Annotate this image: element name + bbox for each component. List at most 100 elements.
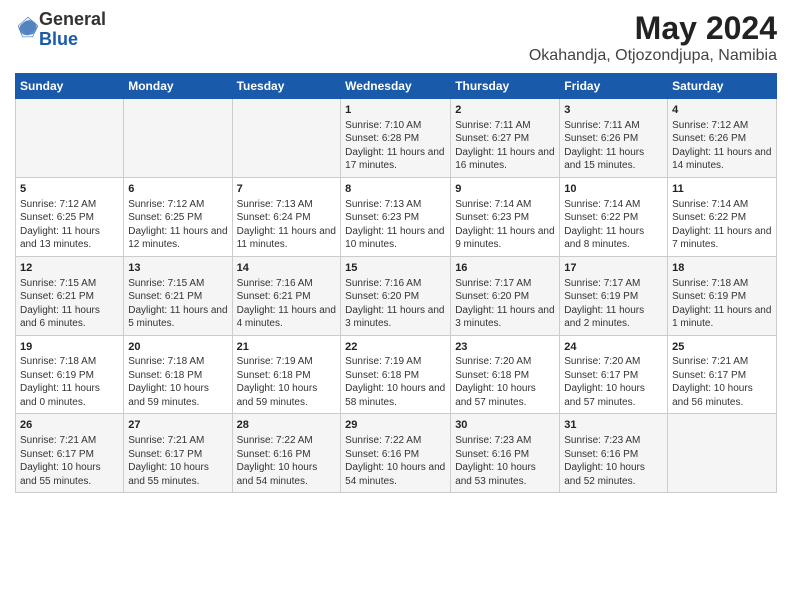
calendar-cell: 3Sunrise: 7:11 AM Sunset: 6:26 PM Daylig…	[560, 99, 668, 178]
calendar-cell: 29Sunrise: 7:22 AM Sunset: 6:16 PM Dayli…	[341, 414, 451, 493]
calendar-cell: 20Sunrise: 7:18 AM Sunset: 6:18 PM Dayli…	[124, 335, 232, 414]
col-thursday: Thursday	[451, 74, 560, 99]
calendar-cell	[16, 99, 124, 178]
title-block: May 2024 Okahandja, Otjozondjupa, Namibi…	[529, 10, 777, 65]
day-info: Sunrise: 7:14 AM Sunset: 6:22 PM Dayligh…	[672, 198, 772, 252]
calendar-row-3: 19Sunrise: 7:18 AM Sunset: 6:19 PM Dayli…	[16, 335, 777, 414]
calendar-cell: 4Sunrise: 7:12 AM Sunset: 6:26 PM Daylig…	[668, 99, 777, 178]
day-info: Sunrise: 7:21 AM Sunset: 6:17 PM Dayligh…	[20, 434, 119, 488]
day-info: Sunrise: 7:19 AM Sunset: 6:18 PM Dayligh…	[237, 355, 337, 409]
calendar-cell: 28Sunrise: 7:22 AM Sunset: 6:16 PM Dayli…	[232, 414, 341, 493]
day-info: Sunrise: 7:17 AM Sunset: 6:20 PM Dayligh…	[455, 277, 555, 331]
calendar-cell: 7Sunrise: 7:13 AM Sunset: 6:24 PM Daylig…	[232, 177, 341, 256]
col-wednesday: Wednesday	[341, 74, 451, 99]
day-number: 7	[237, 182, 337, 197]
day-number: 9	[455, 182, 555, 197]
col-sunday: Sunday	[16, 74, 124, 99]
calendar-cell: 5Sunrise: 7:12 AM Sunset: 6:25 PM Daylig…	[16, 177, 124, 256]
day-info: Sunrise: 7:17 AM Sunset: 6:19 PM Dayligh…	[564, 277, 663, 331]
day-info: Sunrise: 7:18 AM Sunset: 6:19 PM Dayligh…	[672, 277, 772, 331]
day-info: Sunrise: 7:21 AM Sunset: 6:17 PM Dayligh…	[128, 434, 227, 488]
day-number: 6	[128, 182, 227, 197]
calendar-cell: 24Sunrise: 7:20 AM Sunset: 6:17 PM Dayli…	[560, 335, 668, 414]
day-info: Sunrise: 7:11 AM Sunset: 6:27 PM Dayligh…	[455, 119, 555, 173]
calendar-cell: 12Sunrise: 7:15 AM Sunset: 6:21 PM Dayli…	[16, 256, 124, 335]
logo-general-text: General	[39, 9, 106, 29]
day-number: 17	[564, 261, 663, 276]
header-row: Sunday Monday Tuesday Wednesday Thursday…	[16, 74, 777, 99]
day-info: Sunrise: 7:16 AM Sunset: 6:21 PM Dayligh…	[237, 277, 337, 331]
day-number: 28	[237, 418, 337, 433]
day-info: Sunrise: 7:18 AM Sunset: 6:18 PM Dayligh…	[128, 355, 227, 409]
day-number: 2	[455, 103, 555, 118]
main-title: May 2024	[529, 10, 777, 47]
subtitle: Okahandja, Otjozondjupa, Namibia	[529, 47, 777, 65]
day-info: Sunrise: 7:14 AM Sunset: 6:23 PM Dayligh…	[455, 198, 555, 252]
logo-blue-text: Blue	[39, 29, 78, 49]
calendar-cell: 13Sunrise: 7:15 AM Sunset: 6:21 PM Dayli…	[124, 256, 232, 335]
day-info: Sunrise: 7:11 AM Sunset: 6:26 PM Dayligh…	[564, 119, 663, 173]
calendar-cell: 26Sunrise: 7:21 AM Sunset: 6:17 PM Dayli…	[16, 414, 124, 493]
col-friday: Friday	[560, 74, 668, 99]
day-number: 12	[20, 261, 119, 276]
day-info: Sunrise: 7:12 AM Sunset: 6:25 PM Dayligh…	[20, 198, 119, 252]
day-number: 3	[564, 103, 663, 118]
calendar-cell: 6Sunrise: 7:12 AM Sunset: 6:25 PM Daylig…	[124, 177, 232, 256]
day-info: Sunrise: 7:15 AM Sunset: 6:21 PM Dayligh…	[128, 277, 227, 331]
day-number: 13	[128, 261, 227, 276]
day-number: 16	[455, 261, 555, 276]
day-number: 14	[237, 261, 337, 276]
day-info: Sunrise: 7:12 AM Sunset: 6:25 PM Dayligh…	[128, 198, 227, 252]
day-info: Sunrise: 7:23 AM Sunset: 6:16 PM Dayligh…	[564, 434, 663, 488]
day-info: Sunrise: 7:12 AM Sunset: 6:26 PM Dayligh…	[672, 119, 772, 173]
calendar-cell: 10Sunrise: 7:14 AM Sunset: 6:22 PM Dayli…	[560, 177, 668, 256]
calendar-cell	[232, 99, 341, 178]
day-info: Sunrise: 7:23 AM Sunset: 6:16 PM Dayligh…	[455, 434, 555, 488]
day-number: 27	[128, 418, 227, 433]
day-info: Sunrise: 7:14 AM Sunset: 6:22 PM Dayligh…	[564, 198, 663, 252]
calendar-row-2: 12Sunrise: 7:15 AM Sunset: 6:21 PM Dayli…	[16, 256, 777, 335]
day-number: 29	[345, 418, 446, 433]
header: General Blue May 2024 Okahandja, Otjozon…	[15, 10, 777, 65]
logo: General Blue	[15, 10, 106, 50]
day-number: 18	[672, 261, 772, 276]
day-info: Sunrise: 7:18 AM Sunset: 6:19 PM Dayligh…	[20, 355, 119, 409]
day-number: 8	[345, 182, 446, 197]
day-number: 19	[20, 340, 119, 355]
day-info: Sunrise: 7:19 AM Sunset: 6:18 PM Dayligh…	[345, 355, 446, 409]
day-number: 26	[20, 418, 119, 433]
day-number: 11	[672, 182, 772, 197]
day-info: Sunrise: 7:13 AM Sunset: 6:23 PM Dayligh…	[345, 198, 446, 252]
day-number: 5	[20, 182, 119, 197]
calendar-cell: 25Sunrise: 7:21 AM Sunset: 6:17 PM Dayli…	[668, 335, 777, 414]
calendar-cell: 30Sunrise: 7:23 AM Sunset: 6:16 PM Dayli…	[451, 414, 560, 493]
calendar-row-4: 26Sunrise: 7:21 AM Sunset: 6:17 PM Dayli…	[16, 414, 777, 493]
col-tuesday: Tuesday	[232, 74, 341, 99]
logo-icon	[17, 16, 39, 38]
calendar-cell: 18Sunrise: 7:18 AM Sunset: 6:19 PM Dayli…	[668, 256, 777, 335]
col-saturday: Saturday	[668, 74, 777, 99]
day-info: Sunrise: 7:20 AM Sunset: 6:18 PM Dayligh…	[455, 355, 555, 409]
calendar-cell: 17Sunrise: 7:17 AM Sunset: 6:19 PM Dayli…	[560, 256, 668, 335]
day-number: 31	[564, 418, 663, 433]
day-info: Sunrise: 7:20 AM Sunset: 6:17 PM Dayligh…	[564, 355, 663, 409]
day-number: 24	[564, 340, 663, 355]
day-number: 23	[455, 340, 555, 355]
calendar-cell: 11Sunrise: 7:14 AM Sunset: 6:22 PM Dayli…	[668, 177, 777, 256]
calendar-cell: 23Sunrise: 7:20 AM Sunset: 6:18 PM Dayli…	[451, 335, 560, 414]
calendar-cell: 19Sunrise: 7:18 AM Sunset: 6:19 PM Dayli…	[16, 335, 124, 414]
calendar-row-0: 1Sunrise: 7:10 AM Sunset: 6:28 PM Daylig…	[16, 99, 777, 178]
col-monday: Monday	[124, 74, 232, 99]
calendar-cell: 1Sunrise: 7:10 AM Sunset: 6:28 PM Daylig…	[341, 99, 451, 178]
day-info: Sunrise: 7:15 AM Sunset: 6:21 PM Dayligh…	[20, 277, 119, 331]
calendar-cell	[124, 99, 232, 178]
calendar-cell: 15Sunrise: 7:16 AM Sunset: 6:20 PM Dayli…	[341, 256, 451, 335]
calendar-cell: 31Sunrise: 7:23 AM Sunset: 6:16 PM Dayli…	[560, 414, 668, 493]
day-info: Sunrise: 7:16 AM Sunset: 6:20 PM Dayligh…	[345, 277, 446, 331]
day-number: 1	[345, 103, 446, 118]
day-number: 25	[672, 340, 772, 355]
day-number: 21	[237, 340, 337, 355]
calendar-cell: 9Sunrise: 7:14 AM Sunset: 6:23 PM Daylig…	[451, 177, 560, 256]
calendar-cell: 21Sunrise: 7:19 AM Sunset: 6:18 PM Dayli…	[232, 335, 341, 414]
calendar-cell: 27Sunrise: 7:21 AM Sunset: 6:17 PM Dayli…	[124, 414, 232, 493]
